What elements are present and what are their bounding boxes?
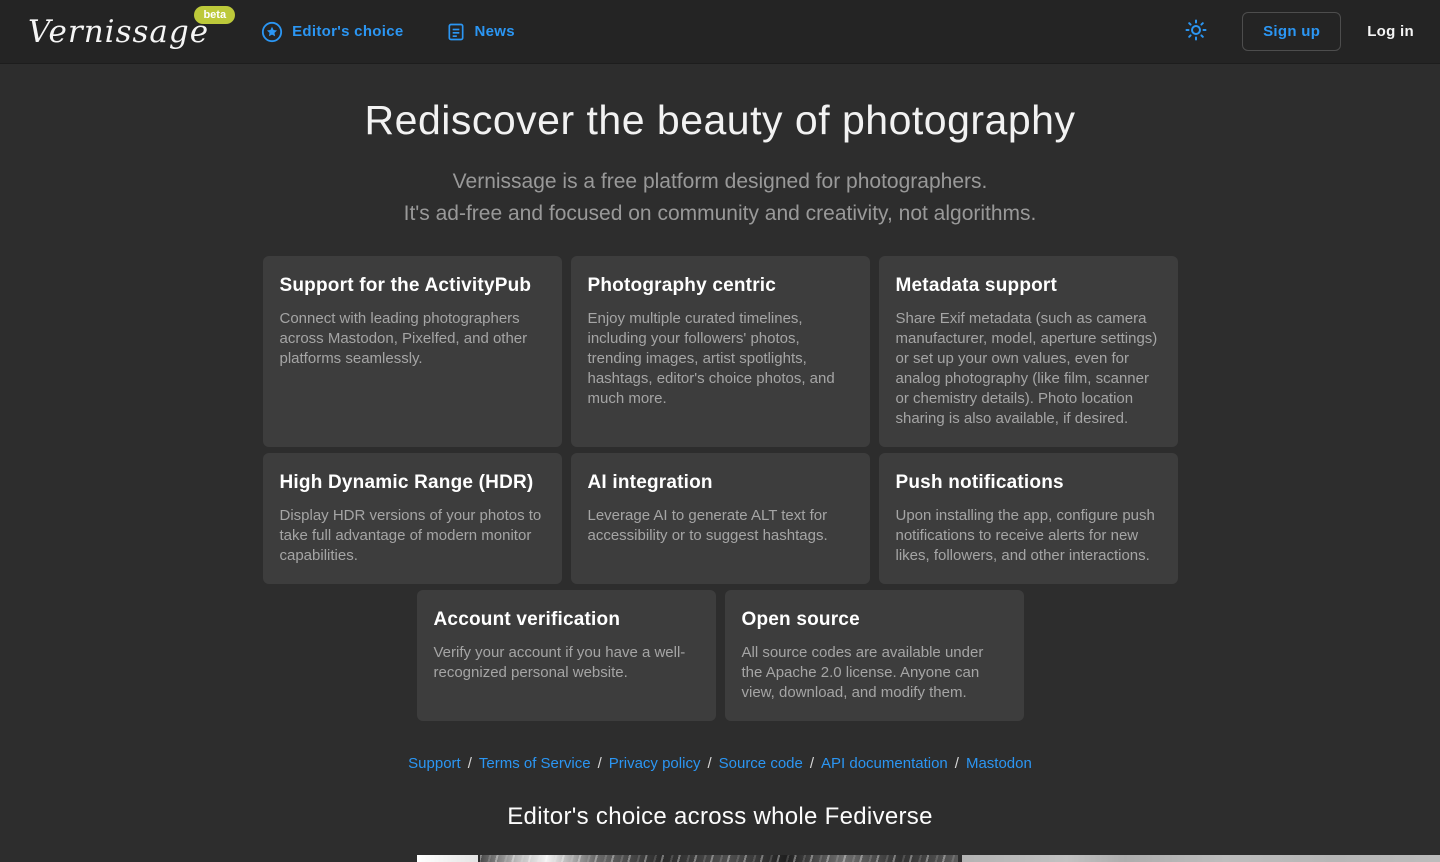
footer-link-source-code[interactable]: Source code (719, 755, 803, 772)
feature-description: Display HDR versions of your photos to t… (280, 506, 544, 566)
nav-news[interactable]: News (446, 22, 515, 42)
hero-subtitle-line-1: Vernissage is a free platform designed f… (0, 166, 1440, 198)
nav-editors-choice-label: Editor's choice (292, 23, 403, 40)
theme-toggle-button[interactable] (1180, 14, 1212, 49)
navbar-right: Sign up Log in (1180, 12, 1414, 51)
sun-icon (1184, 18, 1208, 45)
footer-link-terms[interactable]: Terms of Service (479, 755, 591, 772)
nav-links: Editor's choice News (261, 21, 515, 43)
footer-link-support[interactable]: Support (408, 755, 461, 772)
feature-card-ai-integration: AI integration Leverage AI to generate A… (571, 453, 870, 584)
feature-card-metadata-support: Metadata support Share Exif metadata (su… (879, 256, 1178, 447)
hero-subtitle: Vernissage is a free platform designed f… (0, 166, 1440, 230)
feature-title: Support for the ActivityPub (280, 275, 544, 297)
gallery-photo-dark-grayscale[interactable] (480, 855, 958, 862)
feature-card-open-source: Open source All source codes are availab… (725, 590, 1024, 721)
logo[interactable]: Vernissage beta (28, 14, 209, 50)
footer-separator: / (955, 755, 959, 772)
gallery-photo-light-gray[interactable] (962, 855, 1440, 862)
feature-card-photography-centric: Photography centric Enjoy multiple curat… (571, 256, 870, 447)
feature-title: Photography centric (588, 275, 852, 297)
feature-description: Share Exif metadata (such as camera manu… (896, 309, 1160, 429)
beta-badge: beta (194, 6, 235, 24)
gallery-photo-bright[interactable] (417, 855, 478, 862)
navbar-left: Vernissage beta Editor's choice (28, 14, 515, 50)
features-grid: Support for the ActivityPub Connect with… (263, 256, 1178, 584)
feature-description: All source codes are available under the… (742, 643, 1006, 703)
feature-description: Enjoy multiple curated timelines, includ… (588, 309, 852, 409)
gallery-photo-strip (0, 855, 1440, 862)
footer-links: Support / Terms of Service / Privacy policy /… (0, 755, 1440, 772)
features-secondary-row: Account verification Verify your account… (263, 590, 1178, 721)
footer-separator: / (598, 755, 602, 772)
footer-link-api-docs[interactable]: API documentation (821, 755, 948, 772)
nav-news-label: News (475, 23, 515, 40)
feature-title: Account verification (434, 609, 698, 631)
feature-description: Verify your account if you have a well-r… (434, 643, 698, 683)
feature-card-activitypub: Support for the ActivityPub Connect with… (263, 256, 562, 447)
sign-up-button[interactable]: Sign up (1242, 12, 1341, 51)
navbar: Vernissage beta Editor's choice (0, 0, 1440, 64)
feature-title: High Dynamic Range (HDR) (280, 472, 544, 494)
gallery-heading: Editor's choice across whole Fediverse (0, 803, 1440, 831)
hero-section: Rediscover the beauty of photography Ver… (0, 97, 1440, 230)
feature-card-account-verification: Account verification Verify your account… (417, 590, 716, 721)
page-title: Rediscover the beauty of photography (0, 97, 1440, 144)
feature-title: Metadata support (896, 275, 1160, 297)
main-content: Rediscover the beauty of photography Ver… (0, 97, 1440, 831)
logo-text: Vernissage (28, 14, 209, 50)
feature-title: Open source (742, 609, 1006, 631)
footer-separator: / (468, 755, 472, 772)
star-circle-icon (261, 21, 283, 43)
hero-subtitle-line-2: It's ad-free and focused on community an… (0, 198, 1440, 230)
footer-separator: / (707, 755, 711, 772)
feature-description: Leverage AI to generate ALT text for acc… (588, 506, 852, 546)
feature-description: Connect with leading photographers acros… (280, 309, 544, 369)
feature-description: Upon installing the app, configure push … (896, 506, 1160, 566)
news-icon (446, 22, 466, 42)
footer-link-mastodon[interactable]: Mastodon (966, 755, 1032, 772)
feature-card-hdr: High Dynamic Range (HDR) Display HDR ver… (263, 453, 562, 584)
log-in-link[interactable]: Log in (1367, 23, 1414, 40)
feature-card-push-notifications: Push notifications Upon installing the a… (879, 453, 1178, 584)
footer-separator: / (810, 755, 814, 772)
feature-title: Push notifications (896, 472, 1160, 494)
feature-title: AI integration (588, 472, 852, 494)
nav-editors-choice[interactable]: Editor's choice (261, 21, 403, 43)
footer-link-privacy[interactable]: Privacy policy (609, 755, 701, 772)
